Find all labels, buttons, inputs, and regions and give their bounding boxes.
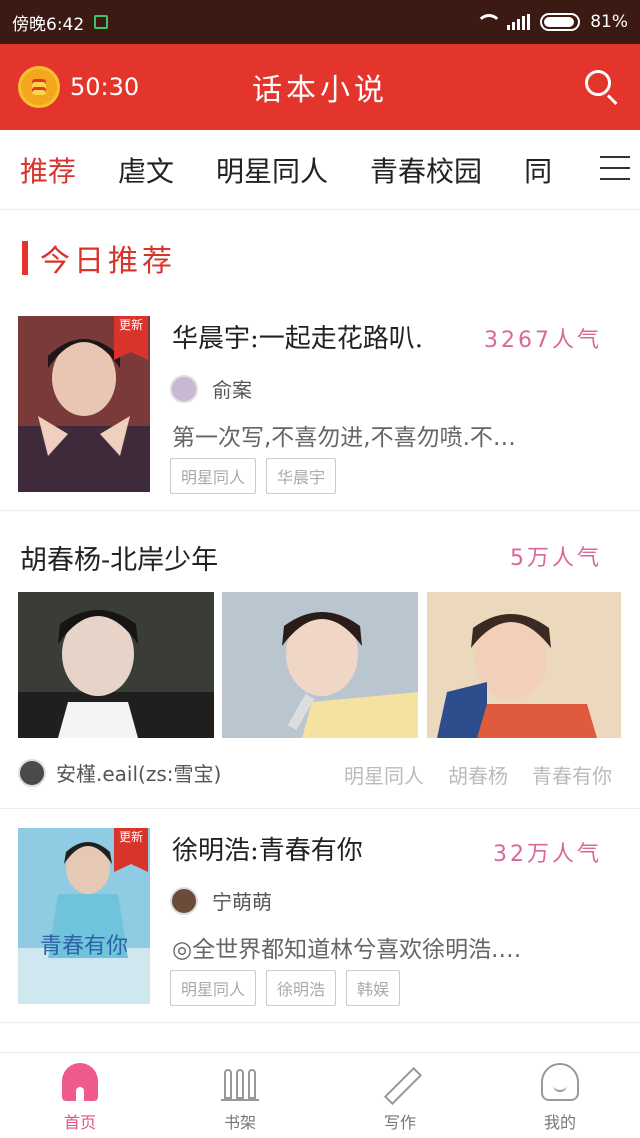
tag-list: 明星同人 胡春杨 青春有你	[344, 760, 612, 789]
nav-me[interactable]: 我的	[480, 1053, 640, 1138]
nav-bookshelf[interactable]: 书架	[160, 1053, 320, 1138]
menu-icon[interactable]	[600, 156, 630, 180]
battery-icon	[540, 13, 581, 31]
bottom-nav: 首页 书架 写作 我的	[0, 1052, 640, 1138]
timer-text: 50:30	[70, 73, 140, 101]
author-name: 宁萌萌	[212, 890, 272, 914]
tag[interactable]: 胡春杨	[448, 760, 508, 789]
cover-title: 青春有你	[39, 934, 128, 959]
tag[interactable]: 徐明浩	[266, 970, 337, 1006]
profile-icon	[541, 1063, 579, 1101]
app-header: 50:30 话本小说	[0, 44, 640, 130]
wifi-icon	[475, 14, 503, 30]
avatar	[18, 758, 46, 787]
tag[interactable]: 明星同人	[344, 760, 424, 789]
avatar	[170, 374, 198, 403]
search-button[interactable]	[582, 67, 622, 107]
category-tabs: 推荐 虐文 明星同人 青春校园 同	[0, 130, 640, 210]
author-name: 俞案	[212, 378, 252, 402]
popularity-count: 5万人气	[510, 546, 602, 571]
search-icon	[585, 70, 611, 96]
status-bar: 傍晚6:42 81%	[0, 0, 640, 44]
tab-nuewen[interactable]: 虐文	[118, 150, 174, 190]
battery-level: 81%	[590, 12, 628, 32]
book-cover[interactable]: 更新	[18, 316, 150, 492]
book-image-1[interactable]	[18, 592, 214, 738]
update-badge: 更新	[114, 316, 148, 360]
book-title[interactable]: 胡春杨-北岸少年	[20, 538, 218, 577]
popularity-count: 3267人气	[484, 328, 602, 353]
author-name: 安槿.eail(zs:雪宝)	[56, 762, 222, 786]
status-time: 傍晚6:42	[12, 14, 85, 35]
avatar	[170, 886, 198, 915]
book-title[interactable]: 徐明浩:青春有你	[172, 830, 363, 867]
tag[interactable]: 韩娱	[346, 970, 401, 1006]
book-cover[interactable]: 青春有你 更新	[18, 828, 150, 1004]
book-image-2[interactable]	[222, 592, 418, 738]
tab-campus[interactable]: 青春校园	[370, 150, 482, 190]
book-description: ◎全世界都知道林兮喜欢徐明浩.…	[172, 937, 522, 963]
signal-icon	[507, 14, 531, 30]
update-badge: 更新	[114, 828, 148, 872]
tab-recommend[interactable]: 推荐	[20, 150, 76, 190]
divider	[0, 1022, 640, 1023]
author-row[interactable]: 安槿.eail(zs:雪宝)	[18, 758, 221, 787]
alarm-clock-icon	[18, 66, 60, 108]
tag[interactable]: 明星同人	[170, 458, 257, 494]
bookshelf-icon	[221, 1063, 259, 1101]
nav-home[interactable]: 首页	[0, 1053, 160, 1138]
tag-list: 明星同人 徐明浩 韩娱	[170, 970, 401, 1006]
divider	[0, 510, 640, 511]
home-icon	[62, 1063, 98, 1101]
book-description: 第一次写,不喜勿进,不喜勿喷.不…	[172, 425, 516, 451]
tag-list: 明星同人 华晨宇	[170, 458, 337, 494]
tab-celebrity-fanfic[interactable]: 明星同人	[216, 150, 328, 190]
tag[interactable]: 华晨宇	[266, 458, 337, 494]
divider	[0, 808, 640, 809]
popularity-count: 32万人气	[493, 842, 602, 867]
tag[interactable]: 明星同人	[170, 970, 257, 1006]
reading-timer[interactable]: 50:30	[18, 66, 139, 108]
notification-icon	[94, 15, 109, 29]
pen-icon	[381, 1063, 419, 1101]
book-title[interactable]: 华晨宇:一起走花路叭.	[172, 318, 423, 355]
tag[interactable]: 青春有你	[532, 760, 612, 789]
author-row[interactable]: 俞案	[170, 374, 252, 403]
nav-write[interactable]: 写作	[320, 1053, 480, 1138]
section-marker	[22, 241, 28, 275]
book-image-3[interactable]	[427, 592, 621, 738]
section-title: 今日推荐	[22, 236, 176, 280]
author-row[interactable]: 宁萌萌	[170, 886, 272, 915]
tab-more[interactable]: 同	[524, 150, 552, 190]
